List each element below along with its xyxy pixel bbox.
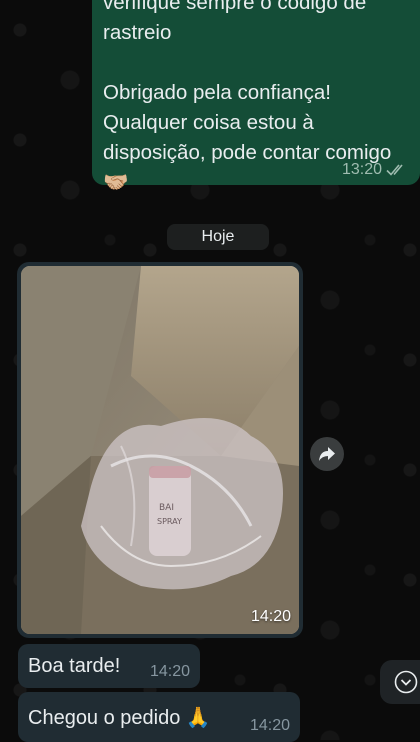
chevron-down-icon	[394, 670, 418, 694]
photo-cardboard-box: BAI SPRAY	[21, 266, 299, 634]
date-separator-label: Hoje	[201, 228, 235, 245]
outgoing-message-time: 13:20	[341, 161, 382, 178]
received-photo[interactable]: BAI SPRAY 14:20	[21, 266, 299, 634]
incoming-message-text: Boa tarde!	[28, 654, 121, 677]
double-check-icon	[386, 164, 403, 176]
photo-label-line-2: SPRAY	[157, 517, 182, 526]
forward-arrow-icon	[319, 447, 335, 461]
incoming-message-time: 14:20	[149, 663, 190, 680]
date-separator: Hoje	[167, 224, 269, 250]
incoming-message-text: Chegou o pedido 🙏	[28, 706, 211, 729]
outgoing-message-bubble[interactable]: verifique sempre o código de rastreio Ob…	[92, 0, 420, 194]
scroll-to-bottom-button[interactable]	[380, 660, 420, 704]
image-message-time: 14:20	[250, 608, 291, 625]
image-message-bubble[interactable]: BAI SPRAY 14:20	[17, 262, 303, 638]
incoming-message-bubble[interactable]: Chegou o pedido 🙏 14:20	[18, 692, 300, 742]
incoming-message-time: 14:20	[249, 717, 290, 734]
outgoing-message-meta: 13:20	[342, 161, 408, 179]
incoming-message-bubble[interactable]: Boa tarde! 14:20	[18, 644, 200, 688]
photo-label-line-1: BAI	[159, 503, 174, 513]
forward-button[interactable]	[310, 437, 344, 471]
